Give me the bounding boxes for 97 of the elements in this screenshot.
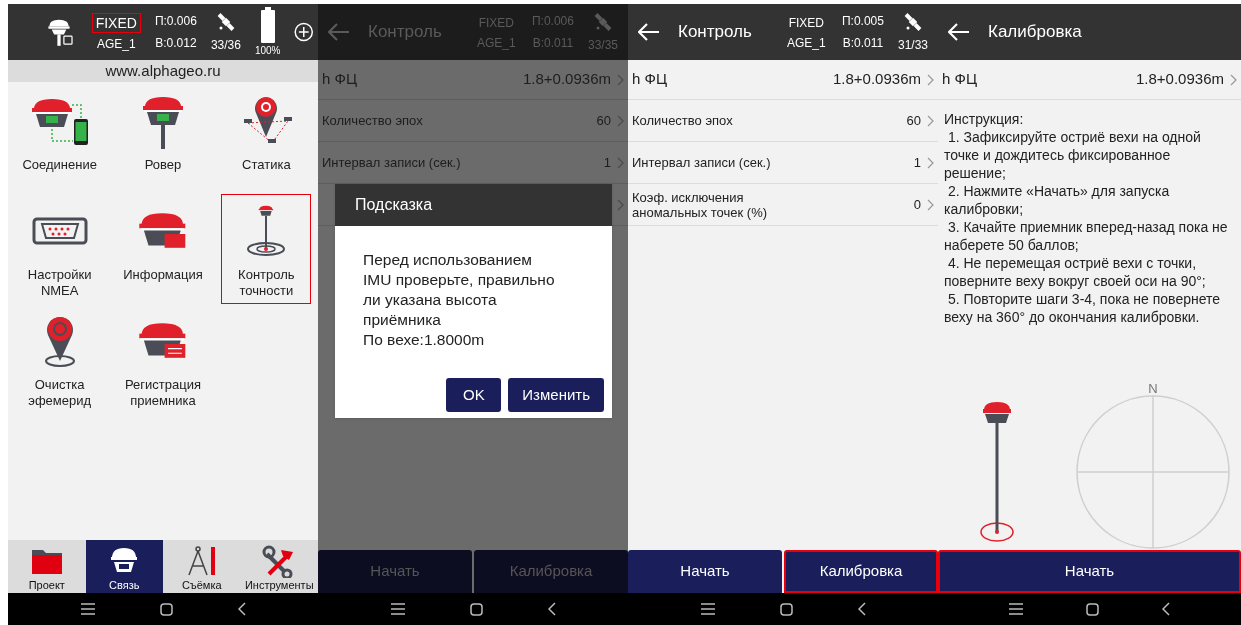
action-button[interactable]: Начать <box>628 550 782 593</box>
website-bar: www.alphageo.ru <box>8 60 318 82</box>
chevron-icon <box>927 73 934 86</box>
precision-label: П:0.006 <box>531 14 574 28</box>
fix-status: FIXED <box>91 13 141 33</box>
satellite-count: 33/36 <box>210 38 241 52</box>
settings-row[interactable]: h ФЦ 1.8+0.0936m <box>938 60 1241 100</box>
home-icon[interactable] <box>779 602 793 616</box>
precision-label: B:0.011 <box>842 36 884 50</box>
home-icon[interactable] <box>469 602 483 616</box>
row-label: h ФЦ <box>322 69 357 90</box>
satellite-icon <box>215 12 236 32</box>
precision-label: П:0.005 <box>841 14 884 28</box>
instruction-text: 5. Повторите шаги 3-4, пока не повернете веху на 360° до окончания калибровки. <box>944 290 1222 326</box>
menu-icon[interactable] <box>80 603 95 615</box>
menu-item-label: Настройки NMEA <box>27 267 92 299</box>
row-label: Количество эпох <box>632 113 733 128</box>
chevron-icon <box>1230 73 1237 86</box>
back-icon[interactable] <box>1161 602 1170 616</box>
chevron-icon <box>927 156 934 169</box>
menu-item-label: Соединение <box>22 157 97 173</box>
screen-title: Контроль <box>368 21 442 44</box>
screen-title: Контроль <box>678 21 752 44</box>
age-label: AGE_1 <box>96 37 136 51</box>
row-value: 1.8+0.0936m <box>1136 69 1224 90</box>
dialog-button[interactable]: OK <box>446 378 502 412</box>
instruction-text: 1. Зафиксируйте остриё вехи на одной точке и дождитесь фиксированное решение; <box>944 128 1202 182</box>
battery-icon <box>260 7 275 43</box>
menu-item-label: Ровер <box>144 157 182 173</box>
row-value: 1.8+0.0936m <box>833 69 921 90</box>
menu-item[interactable]: Настройки NMEA <box>14 194 105 304</box>
menu-item-label: Очистка эфемерид <box>28 377 92 409</box>
action-button[interactable]: Начать <box>938 550 1241 593</box>
chevron-icon <box>617 198 624 211</box>
menu-icon[interactable] <box>700 603 715 615</box>
menu-item[interactable]: Информация <box>118 194 208 304</box>
menu-item[interactable]: Очистка эфемерид <box>14 304 105 414</box>
chevron-icon <box>617 73 624 86</box>
screen-title: Калибровка <box>988 21 1082 44</box>
back-icon[interactable] <box>237 602 246 616</box>
menu-item[interactable]: Статика <box>221 84 312 194</box>
row-value: 0 <box>913 195 921 214</box>
menu-item-label: Статика <box>242 157 291 173</box>
satellite-count: 31/33 <box>897 38 928 52</box>
bottom-tab[interactable]: Инструменты <box>240 540 318 593</box>
north-label: N <box>1148 381 1158 396</box>
menu-item[interactable]: Контроль точности <box>221 194 312 304</box>
chevron-icon <box>617 114 624 127</box>
row-label: Количество эпох <box>322 113 423 128</box>
row-value: 60 <box>596 111 611 130</box>
row-label: Коэф. исключения аномальных точек (%) <box>632 189 768 220</box>
menu-item-label: Регистрация приемника <box>125 377 201 409</box>
precision-label: B:0.011 <box>532 36 574 50</box>
back-icon[interactable] <box>857 602 866 616</box>
row-label: h ФЦ <box>942 69 977 90</box>
instruction-text: 4. Не перемещая остриё вехи с точки, поверните веху вокруг своей оси на 90°; <box>944 254 1207 290</box>
menu-item[interactable]: Соединение <box>14 84 105 194</box>
row-value: 1 <box>603 153 611 172</box>
home-icon[interactable] <box>159 602 173 616</box>
home-icon[interactable] <box>1086 602 1099 616</box>
age-label: AGE_1 <box>786 36 826 50</box>
menu-icon[interactable] <box>1009 603 1024 615</box>
fix-status: FIXED <box>787 15 825 32</box>
back-icon[interactable] <box>547 602 556 616</box>
satellite-icon <box>593 12 613 32</box>
dialog-message: Перед использованием IMU проверьте, правильно ли указана высота приёмника По вехе:1.8000m <box>362 250 556 350</box>
satellite-icon <box>903 12 923 32</box>
age-label: AGE_1 <box>476 36 516 50</box>
precision-label: П:0.006 <box>154 14 197 28</box>
add-icon[interactable] <box>294 20 314 44</box>
chevron-icon <box>927 198 934 211</box>
instruction-text: 3. Качайте приемник вперед-назад пока не наберете 50 баллов; <box>944 218 1229 254</box>
dialog-button[interactable]: Изменить <box>508 378 604 412</box>
row-label: Интервал записи (сек.) <box>632 155 771 170</box>
instruction-text: Инструкция: <box>944 110 1025 128</box>
menu-item-label: Контроль точности <box>238 267 295 299</box>
bottom-tab[interactable]: Связь <box>85 540 163 593</box>
bottom-tab[interactable]: Проект <box>8 540 86 593</box>
instruction-text: 2. Нажмите «Начать» для запуска калибровки; <box>944 182 1171 218</box>
menu-item-label: Информация <box>123 267 203 283</box>
satellite-count: 33/35 <box>587 38 618 52</box>
action-button[interactable]: Калибровка <box>784 550 938 593</box>
row-label: h ФЦ <box>632 69 667 90</box>
menu-item[interactable]: Ровер <box>118 84 208 194</box>
row-value: 1 <box>913 153 921 172</box>
dialog-title: Подсказка <box>335 184 612 226</box>
chevron-icon <box>927 114 934 127</box>
row-value: 1.8+0.0936m <box>523 69 611 90</box>
precision-label: B:0.012 <box>155 36 197 50</box>
row-value: 60 <box>906 111 921 130</box>
chevron-icon <box>617 156 624 169</box>
bottom-tab[interactable]: Съёмка <box>163 540 241 593</box>
menu-item[interactable]: Регистрация приемника <box>118 304 208 414</box>
row-label: Интервал записи (сек.) <box>322 155 461 170</box>
battery-label: 100% <box>254 45 281 57</box>
menu-icon[interactable] <box>390 603 405 615</box>
fix-status: FIXED <box>477 15 515 32</box>
